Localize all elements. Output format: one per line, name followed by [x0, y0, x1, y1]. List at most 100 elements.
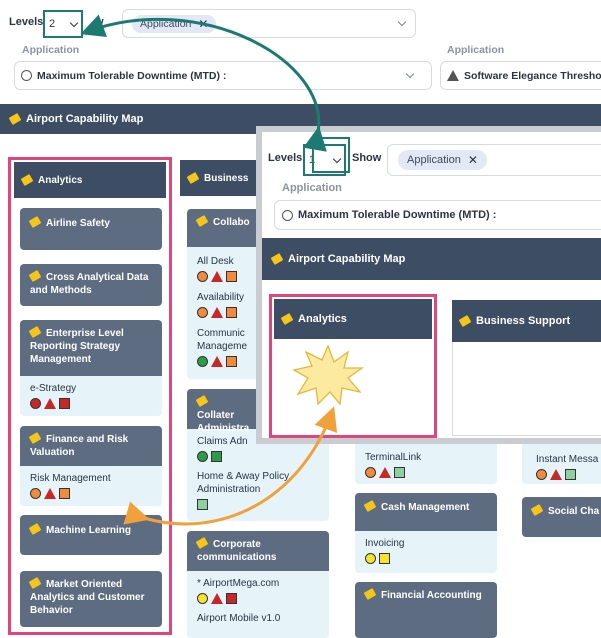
- capability-card[interactable]: Market Oriented Analytics and Customer B…: [20, 571, 162, 627]
- capability-name: Financial Accounting: [381, 590, 482, 601]
- application-name: Communic Manageme: [197, 328, 248, 352]
- map-title: Airport Capability Map: [288, 253, 406, 265]
- elegance-filter-value: Software Elegance Threshol: [464, 69, 601, 82]
- application-entry[interactable]: Risk Management: [20, 466, 162, 505]
- tag-icon: [28, 326, 42, 338]
- status-circle-icon: [197, 307, 208, 318]
- capability-card[interactable]: Financial Accounting: [355, 582, 497, 638]
- mtd-filter-value: Maximum Tolerable Downtime (MTD) :: [298, 209, 497, 221]
- filter-label: Application: [22, 44, 80, 56]
- capability-card[interactable]: Cross Analytical Data and Methods: [20, 264, 162, 306]
- show-label: w: [95, 16, 104, 28]
- application-entry[interactable]: Home & Away Policy Administration: [197, 470, 319, 510]
- application-name: Instant Messa: [536, 454, 599, 465]
- column-header-business-support[interactable]: Business Support: [452, 300, 601, 342]
- mtd-filter-select[interactable]: Maximum Tolerable Downtime (MTD) :: [14, 61, 432, 90]
- application-name: e-Strategy: [30, 383, 77, 394]
- application-entry[interactable]: * AirportMega.com: [197, 577, 319, 604]
- status-triangle-icon: [550, 469, 562, 480]
- status-square-icon: [226, 356, 237, 367]
- tag-icon: [458, 315, 472, 327]
- column-title: Analytics: [298, 313, 347, 325]
- status-square-icon: [59, 398, 70, 409]
- capability-card[interactable]: Finance and Risk Valuation Risk Manageme…: [20, 426, 162, 506]
- capability-card[interactable]: TerminalLink: [355, 440, 497, 484]
- application-entry[interactable]: Communic Manageme: [197, 327, 257, 367]
- status-square-icon: [565, 469, 576, 480]
- tag-icon: [195, 537, 209, 549]
- indicator-row: [197, 356, 257, 367]
- zoom-callout: Levels 1 Show Application ✕ Application …: [256, 126, 601, 444]
- status-square-icon: [197, 499, 208, 510]
- application-name: Home & Away Policy Administration: [197, 471, 290, 495]
- close-icon[interactable]: ✕: [468, 153, 478, 167]
- capability-name: Cross Analytical Data and Methods: [30, 272, 149, 296]
- application-name: Invoicing: [365, 538, 405, 549]
- status-circle-icon: [365, 467, 376, 478]
- application-name[interactable]: Airport Mobile v1.0: [197, 612, 319, 625]
- filter-label: Application: [447, 44, 505, 56]
- capability-card[interactable]: Airline Safety: [20, 208, 162, 250]
- capability-card[interactable]: Enterprise Level Reporting Strategy Mana…: [20, 320, 162, 416]
- mtd-filter-select[interactable]: Maximum Tolerable Downtime (MTD) :: [274, 200, 601, 230]
- chip-label: Application: [407, 154, 461, 166]
- chevron-down-icon: [397, 17, 407, 27]
- tag-icon: [20, 174, 34, 186]
- capability-name: Airline Safety: [46, 218, 110, 229]
- indicator-row: [197, 451, 319, 462]
- tag-icon: [28, 216, 42, 228]
- column-header-analytics[interactable]: Analytics: [274, 299, 432, 339]
- levels-value: 2: [49, 18, 56, 30]
- status-triangle-icon: [379, 467, 391, 478]
- levels-label: Levels: [9, 16, 44, 28]
- close-icon[interactable]: ✕: [198, 17, 208, 31]
- column-title: Analytics: [38, 174, 83, 186]
- tag-icon: [186, 172, 200, 184]
- capability-name: Social Cha: [548, 506, 600, 517]
- radio-icon: [21, 70, 32, 81]
- status-triangle-icon: [211, 593, 223, 604]
- status-circle-icon: [30, 398, 41, 409]
- capability-name: Finance and Risk Valuation: [30, 434, 129, 458]
- application-chip[interactable]: Application ✕: [132, 14, 217, 33]
- status-square-icon: [226, 271, 237, 282]
- tag-icon: [28, 270, 42, 282]
- indicator-row: [30, 488, 152, 499]
- capability-name: Corporate communications: [197, 539, 277, 563]
- status-square-icon: [226, 307, 237, 318]
- capability-card[interactable]: Corporate communications * AirportMega.c…: [187, 531, 329, 638]
- capability-card[interactable]: Machine Learning: [20, 515, 162, 555]
- application-show-field[interactable]: Application ✕: [387, 144, 601, 176]
- capability-card[interactable]: Instant Messa: [522, 440, 601, 484]
- status-square-icon: [394, 467, 405, 478]
- tag-icon: [363, 500, 377, 512]
- chevron-down-icon: [69, 18, 79, 27]
- levels-select[interactable]: 2: [43, 10, 83, 38]
- mtd-filter-value: Maximum Tolerable Downtime (MTD) :: [37, 69, 227, 82]
- tag-icon: [280, 313, 294, 325]
- triangle-icon: [447, 70, 459, 81]
- capability-name: Enterprise Level Reporting Strategy Mana…: [30, 328, 124, 365]
- status-square-icon: [211, 451, 222, 462]
- status-triangle-icon: [211, 271, 223, 282]
- levels-select[interactable]: 1: [303, 144, 346, 176]
- column-title: Business Support: [476, 315, 571, 327]
- tag-icon: [530, 504, 544, 516]
- status-circle-icon: [365, 553, 376, 564]
- application-show-field[interactable]: Application ✕: [122, 9, 416, 38]
- column-header-analytics[interactable]: Analytics: [14, 162, 166, 198]
- elegance-filter-select[interactable]: Software Elegance Threshol: [440, 61, 601, 90]
- capability-name: Cash Management: [381, 502, 470, 513]
- levels-value: 1: [309, 154, 316, 166]
- application-chip[interactable]: Application ✕: [398, 150, 487, 170]
- capability-card[interactable]: Cash Management Invoicing: [355, 493, 497, 573]
- status-circle-icon: [197, 271, 208, 282]
- capability-card[interactable]: Social Cha: [522, 497, 601, 537]
- show-label: Show: [352, 152, 382, 164]
- application-entry[interactable]: e-Strategy: [20, 376, 162, 415]
- starburst-icon: [292, 344, 364, 406]
- status-square-icon: [379, 553, 390, 564]
- tag-icon: [363, 588, 377, 600]
- status-circle-icon: [30, 488, 41, 499]
- status-square-icon: [226, 593, 237, 604]
